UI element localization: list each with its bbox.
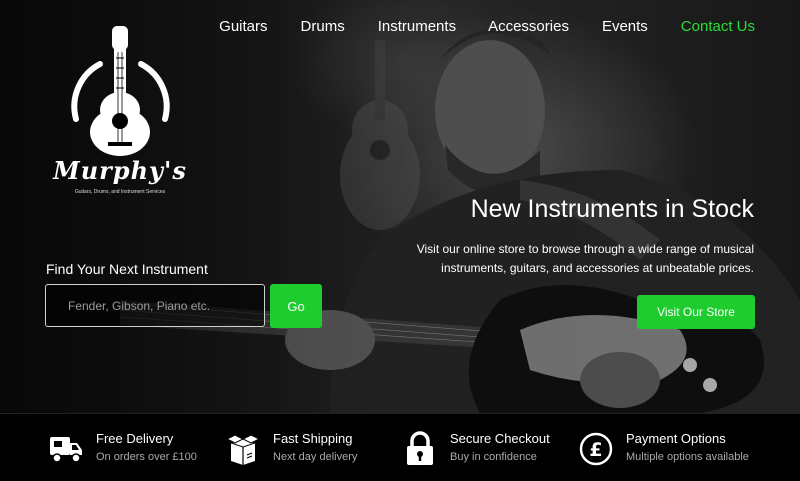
feature-subtitle: Next day delivery (273, 451, 358, 463)
feature-secure-checkout: Secure Checkout Buy in confidence (402, 431, 562, 471)
search-go-button[interactable]: Go (270, 284, 322, 328)
features-bar: Free Delivery On orders over £100 Fast S… (0, 413, 800, 481)
feature-title: Fast Shipping (273, 431, 353, 446)
feature-subtitle: On orders over £100 (96, 451, 197, 463)
feature-subtitle: Buy in confidence (450, 451, 537, 463)
promo-title: New Instruments in Stock (470, 195, 754, 223)
hero-banner: Murphy's Guitars, Drums, and Instrument … (0, 0, 800, 413)
padlock-icon (407, 431, 433, 465)
pound-coin-icon: £ (579, 432, 613, 466)
nav-item-accessories[interactable]: Accessories (488, 18, 569, 35)
nav-item-guitars[interactable]: Guitars (219, 18, 267, 35)
svg-text:£: £ (589, 439, 602, 461)
search-label: Find Your Next Instrument (46, 261, 208, 277)
nav-item-instruments[interactable]: Instruments (378, 18, 456, 35)
brand-tagline: Guitars, Drums, and Instrument Services (74, 189, 166, 195)
nav-item-events[interactable]: Events (602, 18, 648, 35)
nav-item-contact-us[interactable]: Contact Us (681, 18, 755, 35)
promo-text: Visit our online store to browse through… (416, 242, 754, 275)
feature-title: Free Delivery (96, 431, 174, 446)
nav-item-drums[interactable]: Drums (301, 18, 345, 35)
feature-payment-options: £ Payment Options Multiple options avail… (578, 431, 768, 471)
feature-title: Payment Options (626, 431, 726, 446)
visit-store-button[interactable]: Visit Our Store (637, 295, 755, 329)
main-nav: Guitars Drums Instruments Accessories Ev… (219, 15, 800, 37)
package-box-icon (225, 434, 261, 465)
feature-title: Secure Checkout (450, 431, 550, 446)
brand-name: Murphy's (53, 156, 187, 185)
feature-fast-shipping: Fast Shipping Next day delivery (225, 431, 375, 471)
search-input[interactable] (45, 284, 265, 327)
feature-free-delivery: Free Delivery On orders over £100 (48, 431, 223, 471)
feature-subtitle: Multiple options available (626, 451, 749, 463)
delivery-truck-icon (50, 437, 82, 463)
